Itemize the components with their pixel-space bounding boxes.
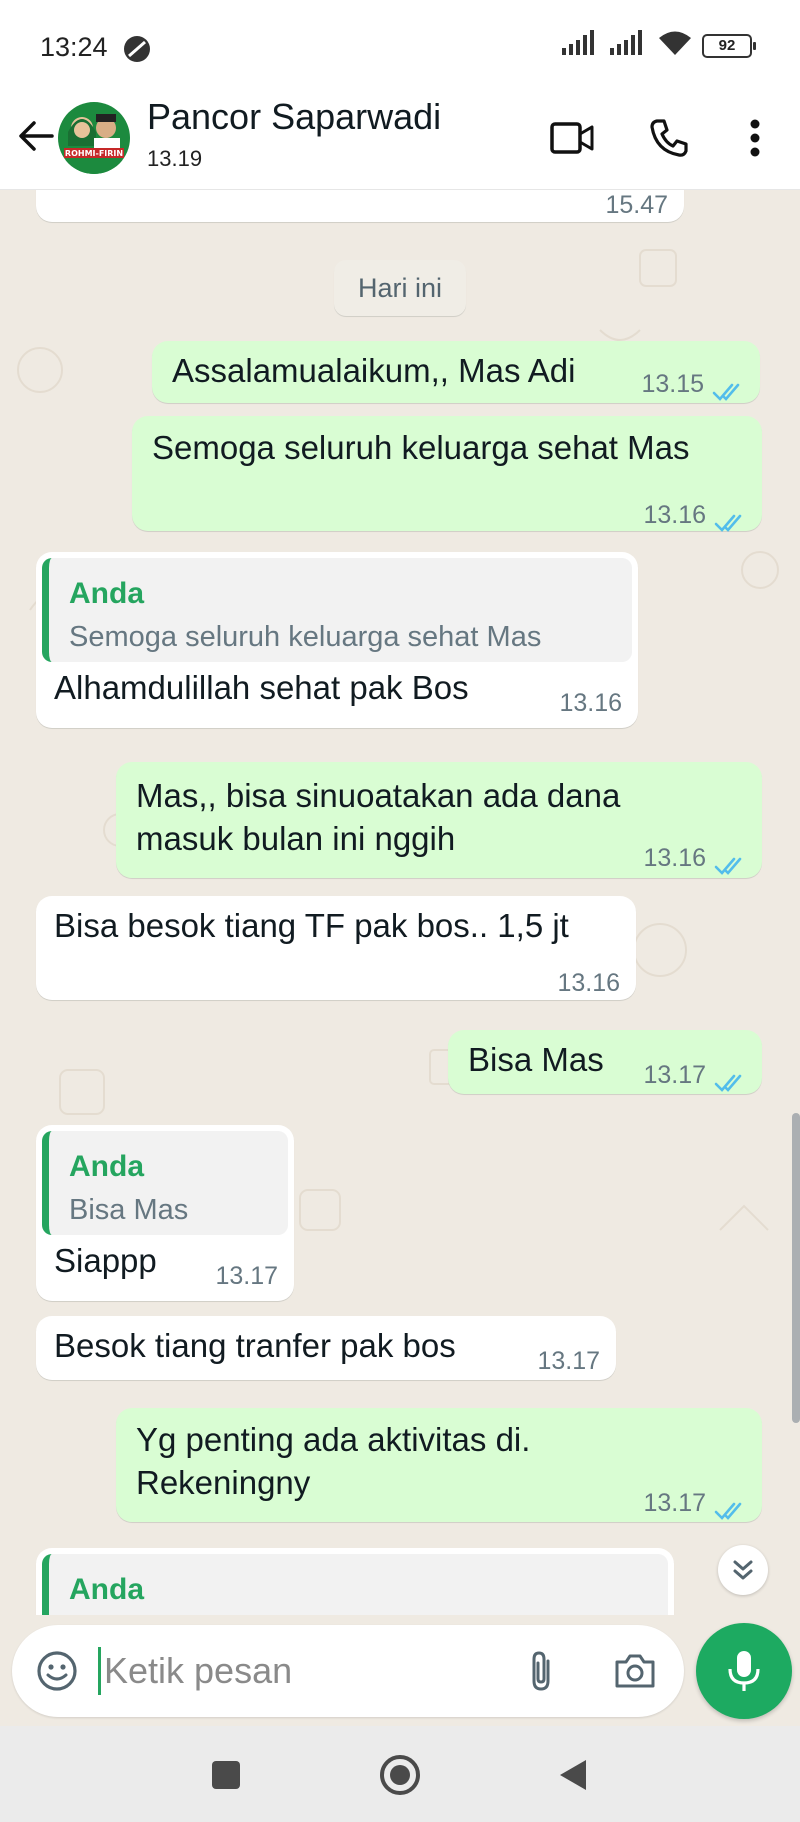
avatar[interactable]: ROHMI-FIRIN <box>58 102 130 174</box>
signal-icon <box>610 30 648 61</box>
message-bubble-outgoing[interactable]: Bisa Mas 13.17 <box>448 1030 762 1094</box>
message-bubble-outgoing[interactable]: Yg penting ada aktivitas di. Rekeningny … <box>116 1408 762 1522</box>
message-time: 13.15 <box>641 370 704 398</box>
message-bubble-incoming[interactable]: Anda Semoga seluruh keluarga sehat Mas A… <box>36 552 638 728</box>
status-time: 13:24 <box>40 32 108 62</box>
quote-text: Bisa Mas <box>69 1194 189 1226</box>
scroll-to-bottom-button[interactable] <box>718 1545 768 1595</box>
voice-record-button[interactable] <box>696 1623 792 1719</box>
quote-text: Semoga seluruh keluarga sehat Mas <box>69 621 542 653</box>
quote-author: Anda <box>69 1573 144 1606</box>
message-text-line: masuk bulan ini nggih <box>136 820 456 857</box>
signal-icon <box>562 30 600 61</box>
voice-call-icon[interactable] <box>641 110 697 166</box>
more-vert-icon[interactable] <box>727 110 783 166</box>
message-time: 13.17 <box>537 1347 600 1375</box>
back-arrow-icon[interactable] <box>14 114 58 158</box>
message-text: Bisa besok tiang TF pak bos.. 1,5 jt <box>54 907 569 944</box>
message-text: Alhamdulillah sehat pak Bos <box>54 669 469 706</box>
message-bubble-incoming[interactable]: Bisa besok tiang TF pak bos.. 1,5 jt 13.… <box>36 896 636 1000</box>
message-bubble-outgoing[interactable]: Assalamualaikum,, Mas Adi 13.15 <box>152 341 760 403</box>
battery-icon: 92 <box>702 33 756 58</box>
message-time: 13.16 <box>643 501 706 529</box>
message-text: Besok tiang tranfer pak bos <box>54 1327 456 1364</box>
home-circle-icon[interactable] <box>377 1752 423 1798</box>
read-ticks-icon <box>714 1493 748 1520</box>
chat-header: ROHMI-FIRIN Pancor Saparwadi 13.19 <box>0 96 800 190</box>
chat-title[interactable]: Pancor Saparwadi <box>147 96 441 138</box>
quoted-message[interactable]: Anda Semoga seluruh keluarga sehat Mas <box>42 558 632 662</box>
message-bubble-outgoing[interactable]: Mas,, bisa sinuoatakan ada dana masuk bu… <box>116 762 762 878</box>
message-text: Bisa Mas <box>468 1041 604 1078</box>
message-time: 13.16 <box>557 969 620 997</box>
message-text-line: Mas,, bisa sinuoatakan ada dana <box>136 777 621 814</box>
message-input[interactable] <box>104 1641 504 1701</box>
message-bubble-incoming[interactable]: 15.47 <box>36 190 684 222</box>
quote-author: Anda <box>69 577 144 610</box>
status-bar: 13:24 92 <box>0 0 800 96</box>
message-bubble-outgoing[interactable]: Semoga seluruh keluarga sehat Mas 13.16 <box>132 416 762 532</box>
quoted-message[interactable]: Anda Bisa Mas <box>42 1131 288 1235</box>
system-nav-bar <box>0 1726 800 1822</box>
last-seen: 13.19 <box>147 146 203 171</box>
message-text: Assalamualaikum,, Mas Adi <box>172 352 576 389</box>
double-chevron-down-icon <box>733 1560 753 1580</box>
message-time: 13.17 <box>643 1489 706 1517</box>
text-cursor <box>98 1647 101 1695</box>
message-bubble-incoming[interactable]: Anda <box>36 1548 674 1615</box>
message-text: Semoga seluruh keluarga sehat Mas <box>152 429 690 466</box>
emoji-icon[interactable] <box>34 1648 80 1694</box>
message-time: 13.17 <box>643 1061 706 1089</box>
message-list[interactable]: 15.47 Hari ini Assalamualaikum,, Mas Adi… <box>0 190 800 1615</box>
message-text-line: Yg penting ada aktivitas di. <box>136 1421 531 1458</box>
message-time: 15.47 <box>605 191 668 219</box>
message-text-line: Rekeningny <box>136 1464 311 1501</box>
scrollbar[interactable] <box>792 1113 800 1423</box>
message-bubble-incoming[interactable]: Anda Bisa Mas Siappp 13.17 <box>36 1125 294 1301</box>
quoted-message[interactable]: Anda <box>42 1554 668 1615</box>
message-composer <box>12 1625 684 1717</box>
back-triangle-icon[interactable] <box>550 1752 596 1798</box>
svg-text:ROHMI-FIRIN: ROHMI-FIRIN <box>65 149 123 158</box>
read-ticks-icon <box>714 1065 748 1092</box>
message-time: 13.16 <box>643 844 706 872</box>
recents-square-icon[interactable] <box>203 1752 249 1798</box>
quote-author: Anda <box>69 1150 144 1183</box>
camera-icon[interactable] <box>612 1648 658 1694</box>
dnd-icon <box>122 34 152 69</box>
attach-icon[interactable] <box>518 1648 564 1694</box>
date-separator: Hari ini <box>334 260 466 316</box>
message-time: 13.17 <box>215 1262 278 1290</box>
read-ticks-icon <box>714 848 748 875</box>
status-icons: 92 <box>562 30 756 61</box>
mic-icon <box>728 1651 760 1691</box>
video-call-icon[interactable] <box>544 110 600 166</box>
message-bubble-incoming[interactable]: Besok tiang tranfer pak bos 13.17 <box>36 1316 616 1380</box>
message-text: Siappp <box>54 1242 157 1279</box>
message-time: 13.16 <box>559 689 622 717</box>
read-ticks-icon <box>714 505 748 532</box>
wifi-icon <box>658 30 692 61</box>
read-ticks-icon <box>712 374 746 401</box>
